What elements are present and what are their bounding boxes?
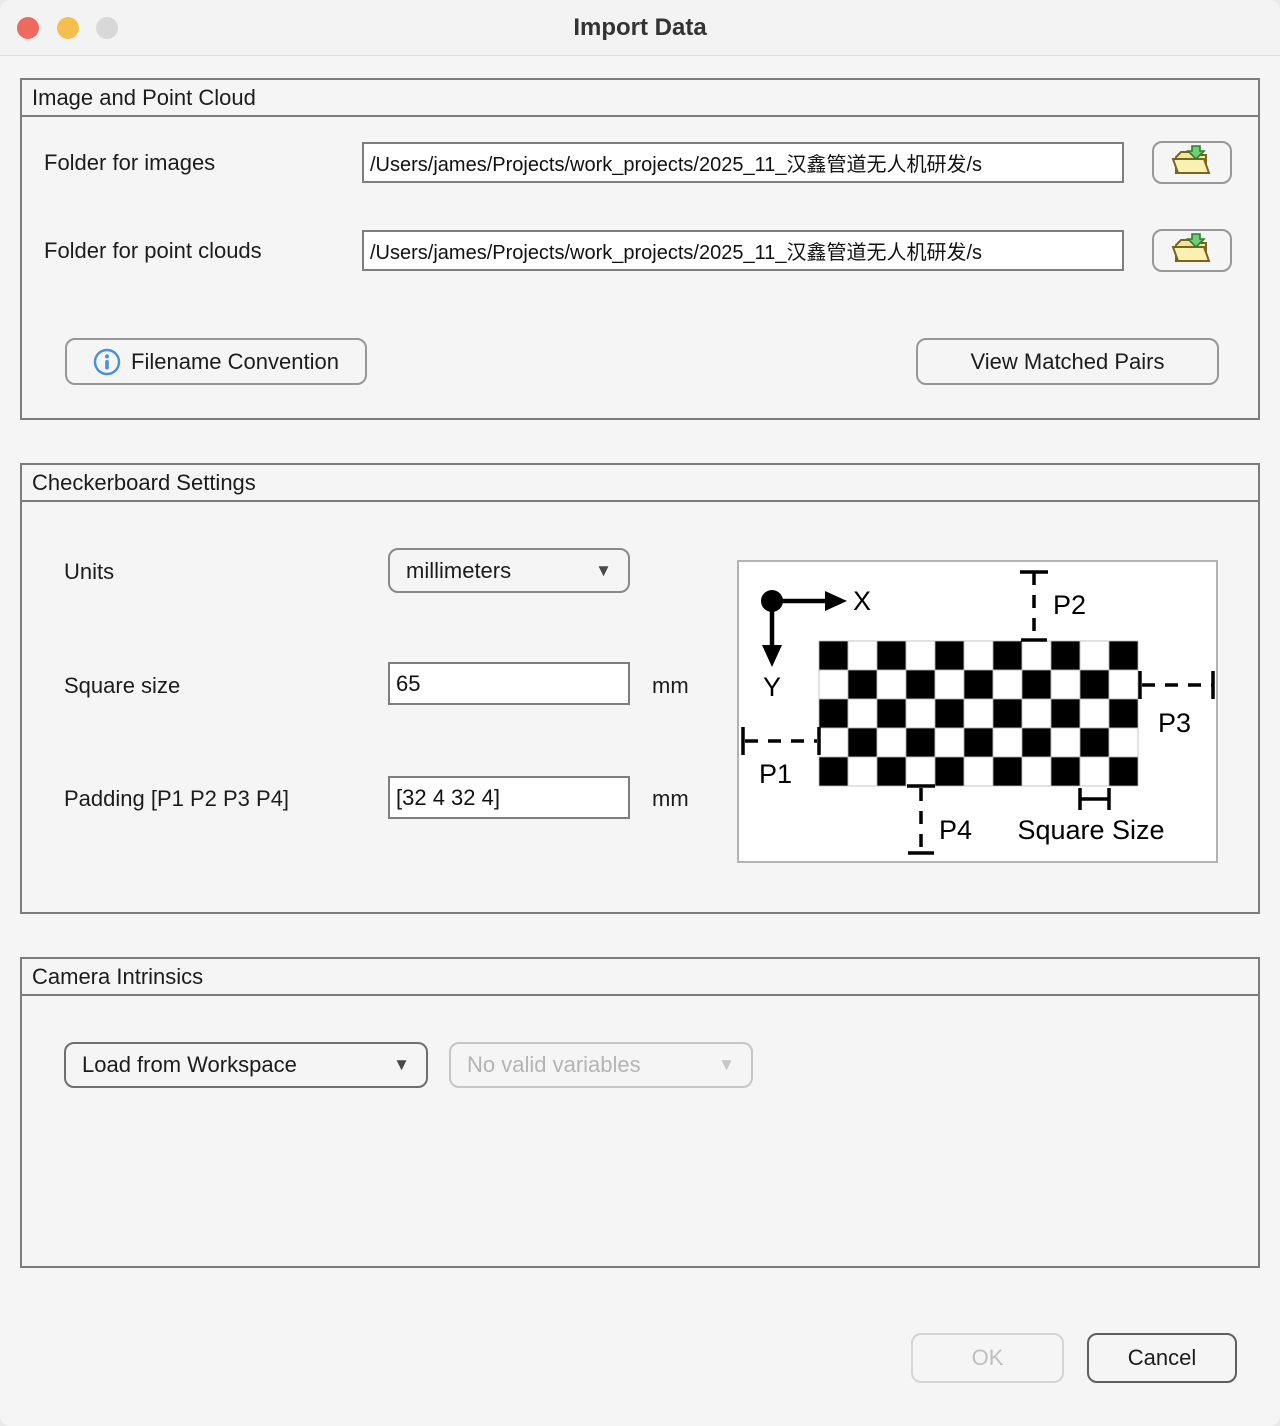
units-dropdown[interactable]: millimeters ▼ <box>388 548 630 593</box>
padding-label: Padding [P1 P2 P3 P4] <box>64 786 289 812</box>
folder-images-label: Folder for images <box>44 150 215 176</box>
view-matched-pairs-label: View Matched Pairs <box>970 349 1164 375</box>
axis-x-label: X <box>853 586 871 616</box>
square-size-label: Square size <box>64 673 180 699</box>
p4-label: P4 <box>939 815 972 845</box>
open-folder-icon <box>1170 145 1214 180</box>
square-size-diagram-label: Square Size <box>1017 815 1164 845</box>
p2-label: P2 <box>1053 590 1086 620</box>
image-point-cloud-header: Image and Point Cloud <box>22 80 1258 117</box>
filename-convention-label: Filename Convention <box>131 349 339 375</box>
padding-unit: mm <box>652 786 689 812</box>
camera-intrinsics-header: Camera Intrinsics <box>22 959 1258 996</box>
ok-button: OK <box>911 1333 1064 1383</box>
view-matched-pairs-button[interactable]: View Matched Pairs <box>916 338 1219 385</box>
folder-pointclouds-input[interactable] <box>362 230 1124 271</box>
cancel-button-label: Cancel <box>1128 1345 1196 1371</box>
info-icon <box>93 348 121 376</box>
folder-pointclouds-label: Folder for point clouds <box>44 238 262 264</box>
checkerboard-settings-header: Checkerboard Settings <box>22 465 1258 502</box>
chevron-down-icon: ▼ <box>393 1055 410 1075</box>
checkerboard-grid <box>819 641 1138 786</box>
browse-images-button[interactable] <box>1152 141 1232 184</box>
cancel-button[interactable]: Cancel <box>1087 1333 1237 1383</box>
camera-intrinsics-panel: Camera Intrinsics Load from Workspace ▼ … <box>20 957 1260 1268</box>
ok-button-label: OK <box>972 1345 1004 1371</box>
checkerboard-diagram: X Y P2 P3 P1 <box>737 560 1218 863</box>
intrinsics-variable-dropdown: No valid variables ▼ <box>449 1042 753 1088</box>
square-size-input[interactable] <box>388 662 630 705</box>
padding-input[interactable] <box>388 776 630 819</box>
p3-label: P3 <box>1158 708 1191 738</box>
folder-images-input[interactable] <box>362 142 1124 183</box>
chevron-down-icon: ▼ <box>595 561 612 581</box>
chevron-down-icon: ▼ <box>718 1055 735 1075</box>
checkerboard-settings-panel: Checkerboard Settings Units millimeters … <box>20 463 1260 914</box>
image-point-cloud-panel: Image and Point Cloud Folder for images … <box>20 78 1260 420</box>
intrinsics-variable-value: No valid variables <box>467 1052 641 1078</box>
units-label: Units <box>64 559 114 585</box>
intrinsics-source-dropdown[interactable]: Load from Workspace ▼ <box>64 1042 428 1088</box>
open-folder-icon <box>1170 233 1214 268</box>
import-data-dialog: Import Data Image and Point Cloud Folder… <box>0 0 1280 1426</box>
checkerboard-diagram-svg: X Y P2 P3 P1 <box>739 562 1216 861</box>
p1-label: P1 <box>759 759 792 789</box>
browse-pointclouds-button[interactable] <box>1152 229 1232 272</box>
axis-y-label: Y <box>763 672 781 702</box>
title-bar: Import Data <box>0 0 1280 56</box>
units-selected-value: millimeters <box>406 558 511 584</box>
intrinsics-source-value: Load from Workspace <box>82 1052 297 1078</box>
window-title: Import Data <box>0 14 1280 42</box>
square-size-unit: mm <box>652 673 689 699</box>
filename-convention-button[interactable]: Filename Convention <box>65 338 367 385</box>
